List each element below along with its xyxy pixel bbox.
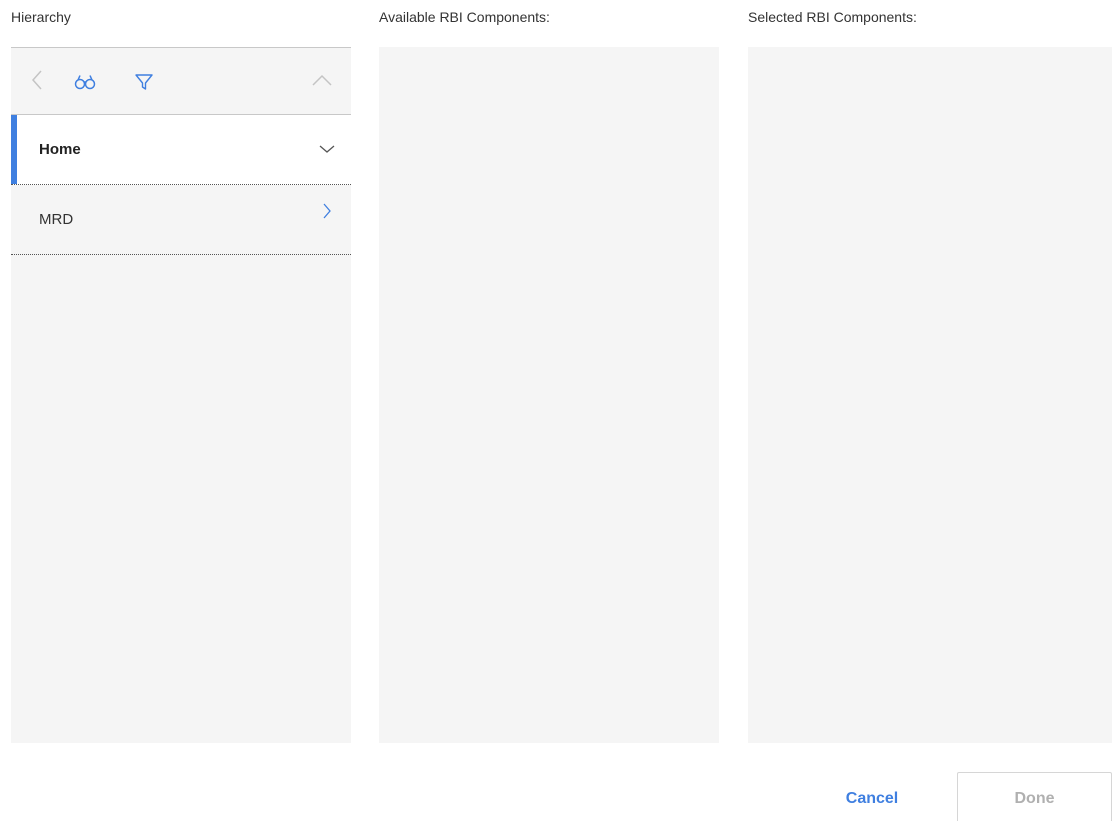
binoculars-icon[interactable] [73, 72, 97, 92]
available-components-list[interactable] [379, 47, 719, 743]
cancel-button[interactable]: Cancel [822, 772, 922, 821]
available-components-label: Available RBI Components: [379, 9, 550, 25]
tree-item-label: Home [39, 141, 81, 158]
hierarchy-tree: Home MRD [11, 115, 351, 255]
selected-components-label: Selected RBI Components: [748, 9, 917, 25]
hierarchy-label: Hierarchy [11, 9, 71, 25]
back-icon[interactable] [29, 68, 45, 92]
collapse-icon[interactable] [311, 72, 333, 88]
hierarchy-toolbar [11, 48, 351, 114]
hierarchy-panel: Home MRD [11, 47, 351, 743]
tree-item-mrd[interactable]: MRD [11, 185, 351, 255]
filter-icon[interactable] [135, 72, 153, 92]
chevron-down-icon[interactable] [317, 139, 337, 159]
done-button[interactable]: Done [957, 772, 1112, 821]
selected-components-list[interactable] [748, 47, 1112, 743]
tree-item-label: MRD [39, 211, 74, 228]
chevron-right-icon[interactable] [317, 201, 337, 221]
tree-item-home[interactable]: Home [11, 115, 351, 185]
